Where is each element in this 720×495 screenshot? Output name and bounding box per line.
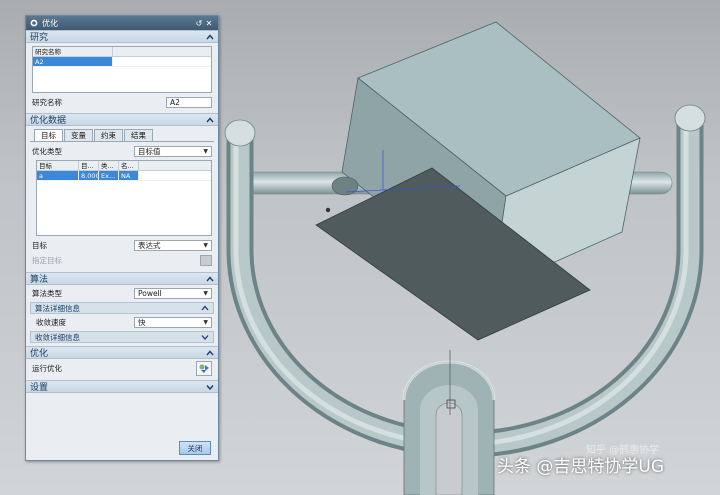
chevron-down-icon <box>200 333 209 342</box>
table-row[interactable]: A2 <box>33 57 211 67</box>
study-row-name: A2 <box>33 57 113 66</box>
conv-speed-value: 快 <box>138 318 146 327</box>
objective-table: 目标 目... 类... 名... a 8.000 Ex... NA <box>36 160 212 236</box>
col-target: 目... <box>79 161 99 170</box>
col-objective: 目标 <box>37 161 79 170</box>
chevron-up-icon <box>205 348 214 357</box>
study-name-field[interactable]: A2 <box>166 97 212 108</box>
section-optimize[interactable]: 优化 <box>26 346 218 359</box>
bottom-clevis <box>402 360 496 495</box>
chevron-up-icon <box>205 274 214 283</box>
tab-results[interactable]: 结果 <box>124 129 153 141</box>
study-table-header: 研究名称 <box>33 47 113 56</box>
section-study-label: 研究 <box>30 33 49 43</box>
algo-type-value: Powell <box>138 289 162 298</box>
obj-cell: a <box>37 171 79 180</box>
section-settings[interactable]: 设置 <box>26 380 218 393</box>
study-name-label: 研究名称 <box>32 98 62 107</box>
section-opt-data[interactable]: 优化数据 <box>26 113 218 126</box>
optimization-dialog: 优化 ↺ ✕ 研究 研究名称 A2 研究名称 A2 优化数据 目标 变量 约束 … <box>25 15 219 461</box>
col-type: 类... <box>99 161 119 170</box>
opt-type-label: 优化类型 <box>32 147 62 156</box>
reset-icon[interactable]: ↺ <box>194 19 204 28</box>
conv-speed-dropdown[interactable]: 快 ▼ <box>134 317 212 328</box>
chevron-down-icon: ▼ <box>203 290 208 297</box>
tab-variables[interactable]: 变量 <box>64 129 93 141</box>
cube <box>315 21 641 341</box>
section-optimize-label: 优化 <box>30 349 49 359</box>
obj-cell: NA <box>119 171 139 180</box>
tab-objective[interactable]: 目标 <box>34 129 63 141</box>
chevron-up-icon <box>205 115 214 124</box>
chevron-up-icon <box>205 32 214 41</box>
opt-type-value: 目标值 <box>138 147 161 156</box>
table-row[interactable]: a 8.000 Ex... NA <box>37 171 211 181</box>
algo-type-label: 算法类型 <box>32 289 62 298</box>
section-algorithm-label: 算法 <box>30 275 49 285</box>
study-table: 研究名称 A2 <box>32 46 212 93</box>
chevron-down-icon: ▼ <box>203 242 208 249</box>
run-optimize-label: 运行优化 <box>32 364 62 373</box>
section-settings-label: 设置 <box>30 383 49 393</box>
algo-detail-header[interactable]: 算法详细信息 <box>30 302 214 314</box>
watermark: 头条 @吉思特协学UG <box>497 457 665 477</box>
obj-cell: Ex... <box>99 171 119 180</box>
chevron-down-icon: ▼ <box>203 319 208 326</box>
specify-target-label: 指定目标 <box>32 256 62 265</box>
target-dropdown[interactable]: 表达式 ▼ <box>134 240 212 251</box>
dialog-titlebar[interactable]: 优化 ↺ ✕ <box>26 16 218 30</box>
conv-detail-header[interactable]: 收敛详细信息 <box>30 331 214 343</box>
obj-cell: 8.000 <box>79 171 99 180</box>
conv-speed-label: 收敛速度 <box>36 318 66 327</box>
target-value: 表达式 <box>138 241 161 250</box>
target-label: 目标 <box>32 241 47 250</box>
opt-type-dropdown[interactable]: 目标值 ▼ <box>134 146 212 157</box>
algo-detail-label: 算法详细信息 <box>35 303 80 313</box>
section-algorithm[interactable]: 算法 <box>26 272 218 285</box>
chevron-down-icon: ▼ <box>203 148 208 155</box>
run-optimize-button[interactable] <box>196 361 212 376</box>
conv-detail-label: 收敛详细信息 <box>35 332 80 342</box>
dialog-title: 优化 <box>42 18 58 28</box>
opt-data-tabs: 目标 变量 约束 结果 <box>30 129 214 142</box>
col-name: 名... <box>119 161 139 170</box>
section-opt-data-label: 优化数据 <box>30 116 67 126</box>
section-study[interactable]: 研究 <box>26 30 218 43</box>
close-icon[interactable]: ✕ <box>204 19 214 28</box>
chevron-down-icon <box>205 382 214 391</box>
tab-constraints[interactable]: 约束 <box>94 129 123 141</box>
algo-type-dropdown[interactable]: Powell ▼ <box>134 288 212 299</box>
gear-icon <box>30 19 38 27</box>
run-icon <box>199 364 209 373</box>
close-button[interactable]: 关闭 <box>179 441 211 455</box>
specify-target-button[interactable] <box>200 255 212 266</box>
chevron-up-icon <box>200 304 209 313</box>
